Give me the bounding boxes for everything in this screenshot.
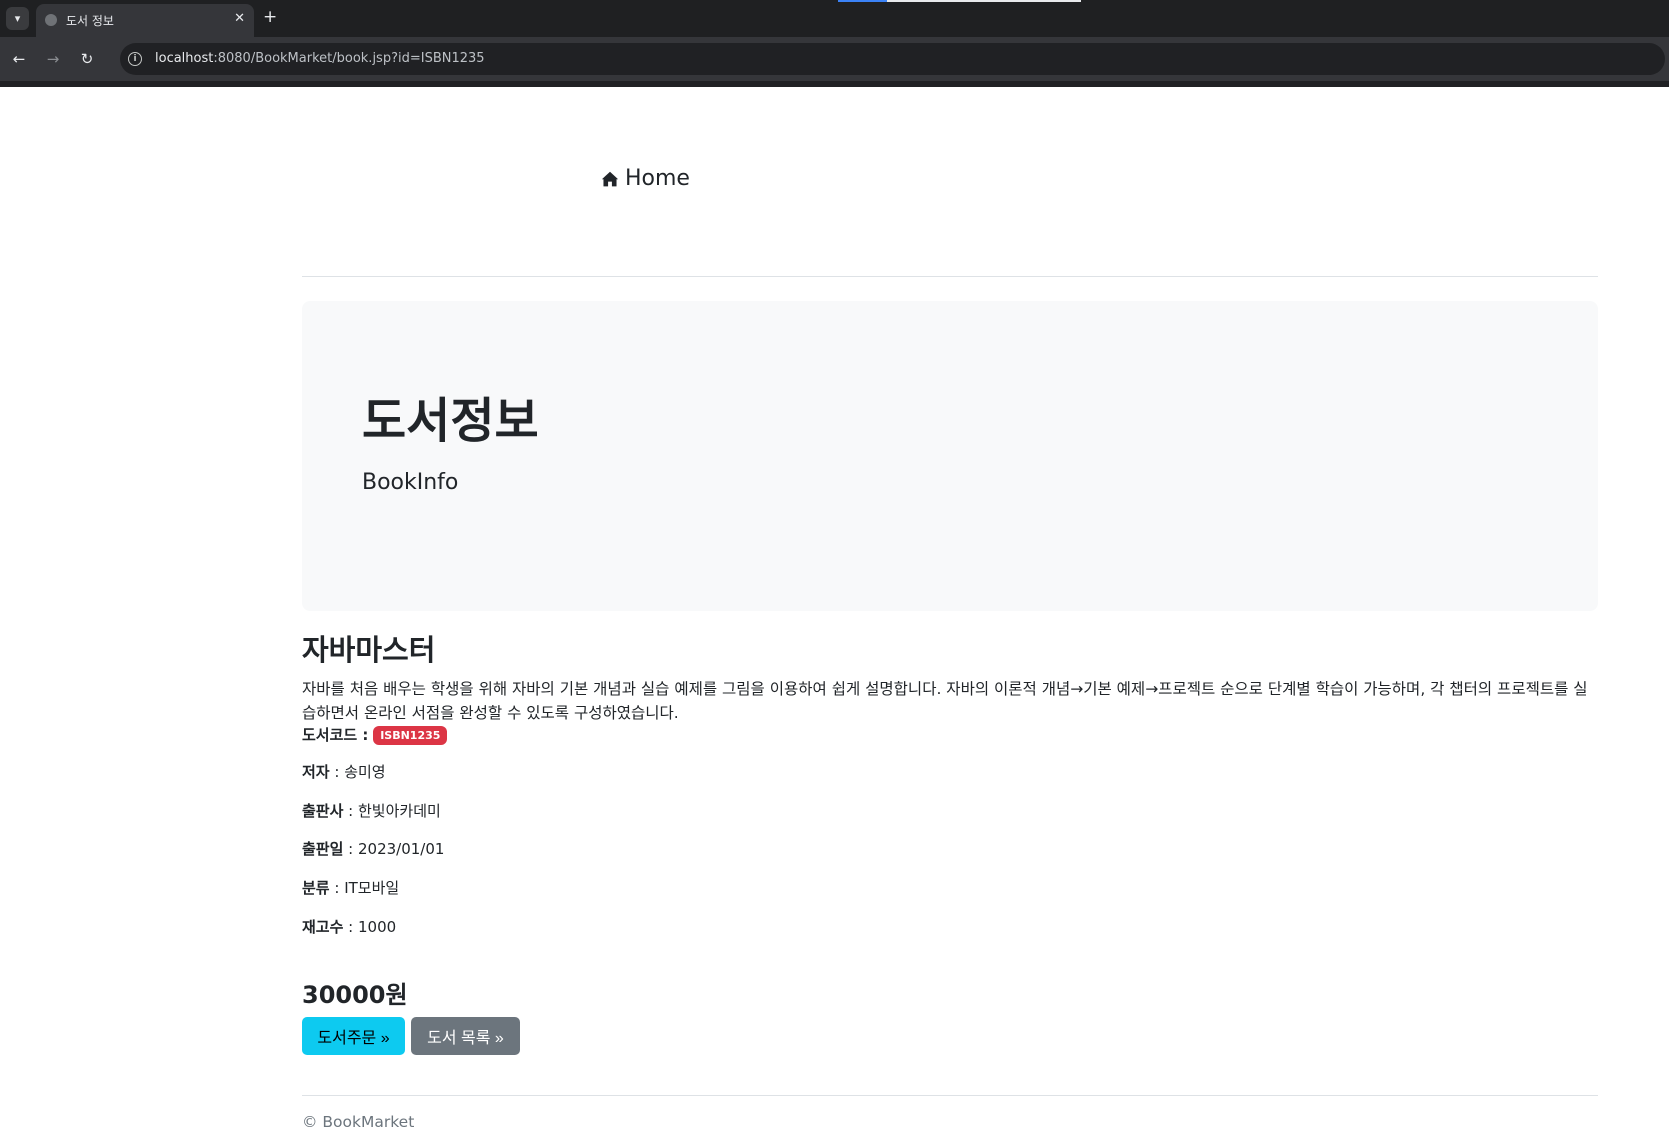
page-subtitle: BookInfo: [362, 470, 459, 495]
address-bar[interactable]: i localhost:8080/BookMarket/book.jsp?id=…: [120, 43, 1665, 75]
release-value: : 2023/01/01: [343, 840, 445, 858]
author-label: 저자: [302, 763, 330, 781]
home-label: Home: [625, 166, 690, 191]
book-code-label: 도서코드 :: [302, 726, 369, 744]
book-code-badge: ISBN1235: [373, 726, 448, 745]
info-icon[interactable]: i: [128, 52, 142, 66]
author-value: : 송미영: [329, 763, 386, 781]
stock-value: : 1000: [343, 918, 397, 936]
close-icon[interactable]: ✕: [234, 11, 245, 26]
arrow-right-icon[interactable]: →: [43, 49, 63, 69]
book-code-row: 도서코드 : ISBN1235: [302, 724, 448, 746]
book-title: 자바마스터: [302, 633, 436, 667]
browser-tab[interactable]: 도서 정보 ✕: [36, 4, 254, 37]
browser-tab-bar: ▾ 도서 정보 ✕ +: [0, 0, 1669, 37]
stock-row: 재고수 : 1000: [302, 916, 396, 938]
order-button[interactable]: 도서주문 »: [302, 1017, 405, 1055]
publisher-value: : 한빛아카데미: [343, 802, 441, 820]
arrow-left-icon[interactable]: ←: [9, 49, 29, 69]
footer-text: © BookMarket: [302, 1113, 415, 1131]
publisher-row: 출판사 : 한빛아카데미: [302, 800, 441, 822]
page-title: 도서정보: [362, 393, 539, 449]
browser-toolbar: ← → ↻ i localhost:8080/BookMarket/book.j…: [0, 37, 1669, 81]
release-label: 출판일: [302, 840, 344, 858]
footer-divider: [302, 1095, 1598, 1096]
category-value: : IT모바일: [329, 879, 400, 897]
release-row: 출판일 : 2023/01/01: [302, 838, 444, 860]
stock-label: 재고수: [302, 918, 344, 936]
author-row: 저자 : 송미영: [302, 761, 386, 783]
home-icon: [601, 171, 619, 186]
new-tab-button[interactable]: +: [263, 7, 277, 27]
jumbotron: 도서정보 BookInfo: [302, 301, 1598, 611]
category-label: 분류: [302, 879, 330, 897]
publisher-label: 출판사: [302, 802, 344, 820]
url-path: :8080/BookMarket/book.jsp?id=ISBN1235: [213, 51, 485, 66]
header-divider: [302, 276, 1598, 277]
url-host: localhost: [155, 51, 214, 66]
book-description: 자바를 처음 배우는 학생을 위해 자바의 기본 개념과 실습 예제를 그림을 …: [302, 680, 1588, 722]
toolbar-divider: [0, 81, 1669, 87]
tab-title: 도서 정보: [66, 14, 114, 28]
book-price: 30000원: [302, 981, 408, 1009]
reload-icon[interactable]: ↻: [77, 49, 97, 69]
url-text[interactable]: localhost:8080/BookMarket/book.jsp?id=IS…: [155, 51, 485, 66]
category-row: 분류 : IT모바일: [302, 877, 399, 899]
home-link[interactable]: Home: [601, 166, 690, 191]
tab-strip-highlight: [887, 0, 1081, 2]
book-list-button[interactable]: 도서 목록 »: [411, 1017, 520, 1055]
globe-icon: [45, 14, 57, 26]
tab-strip-accent: [838, 0, 887, 2]
chevron-down-icon[interactable]: ▾: [6, 7, 29, 30]
